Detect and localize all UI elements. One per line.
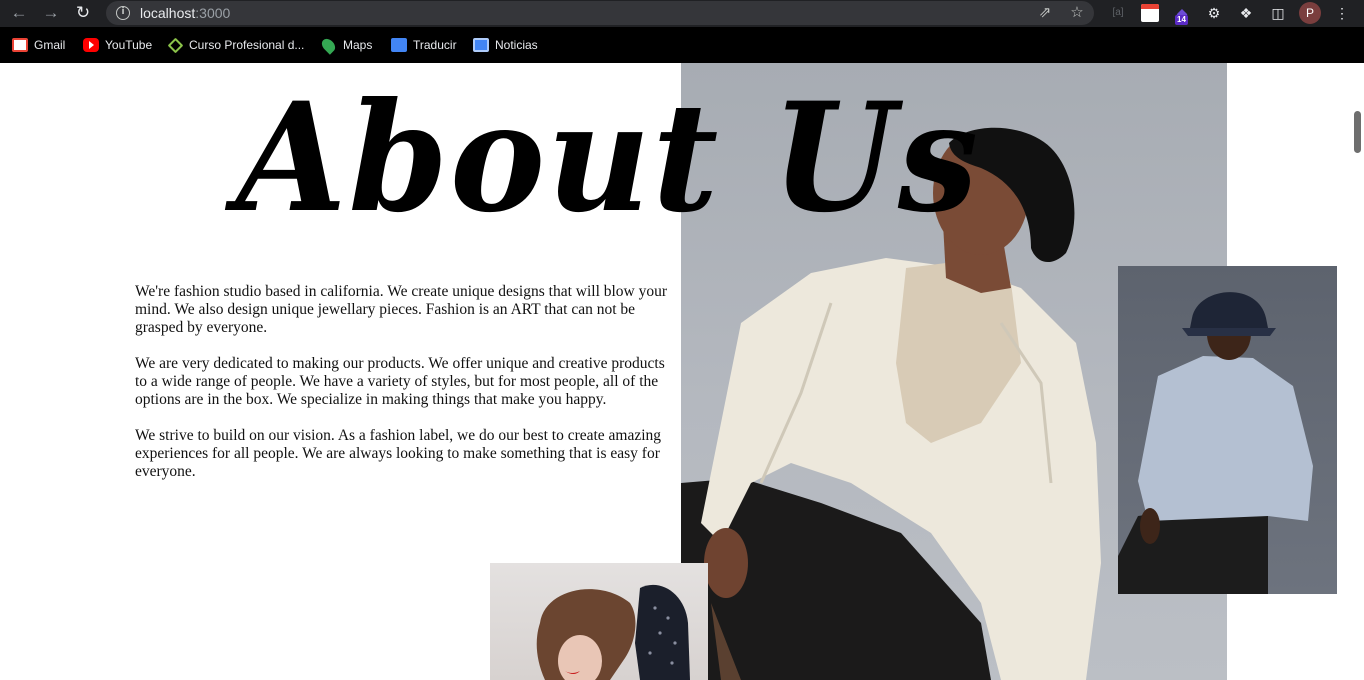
calendar-extension-icon[interactable] <box>1141 4 1159 22</box>
gmail-icon <box>12 38 28 52</box>
about-page: About Us We're fashion studio based in c… <box>0 63 1364 680</box>
bookmark-traducir[interactable]: Traducir <box>391 37 457 53</box>
bookmark-label: Maps <box>343 38 373 52</box>
url-port: :3000 <box>195 5 231 21</box>
bookmark-noticias[interactable]: Noticias <box>473 37 538 53</box>
kebab-menu-icon[interactable]: ⋮ <box>1333 4 1351 22</box>
bookmark-curso[interactable]: Curso Profesional d... <box>167 37 305 53</box>
address-bar[interactable]: i localhost:3000 ⇗ ☆ <box>106 1 1094 25</box>
bookmark-label: Noticias <box>495 38 538 52</box>
about-paragraph-1: We're fashion studio based in california… <box>135 283 668 336</box>
bookmark-label: Gmail <box>34 38 66 52</box>
bookmark-youtube[interactable]: YouTube <box>83 37 152 53</box>
bookmark-maps[interactable]: Maps <box>319 35 373 55</box>
browser-toolbar: ← → ↻ i localhost:3000 ⇗ ☆ [a] ◆ 14 ⚙ ❖ … <box>0 0 1364 27</box>
url-text[interactable]: localhost:3000 <box>140 5 230 21</box>
bookmarks-bar: Gmail YouTube Curso Profesional d... Map… <box>0 27 1364 63</box>
bottom-photo <box>490 563 708 680</box>
site-info-icon[interactable]: i <box>116 6 130 20</box>
youtube-icon <box>83 38 99 52</box>
side-photo-illustration <box>1118 292 1313 594</box>
share-icon[interactable]: ⇗ <box>1036 4 1054 22</box>
extension-badge: 14 <box>1175 15 1188 25</box>
bookmark-label: Curso Profesional d... <box>189 38 305 52</box>
forward-icon[interactable]: → <box>41 3 61 23</box>
url-host: localhost <box>140 5 196 21</box>
puzzle-icon[interactable]: ❖ <box>1237 4 1255 22</box>
side-photo <box>1118 266 1337 594</box>
news-icon <box>473 38 489 52</box>
profile-avatar[interactable]: P <box>1299 2 1321 24</box>
extension-icon[interactable]: [a] <box>1109 4 1127 22</box>
back-icon[interactable]: ← <box>9 3 29 23</box>
bookmark-star-icon[interactable]: ☆ <box>1068 4 1086 22</box>
side-panel-icon[interactable]: ◫ <box>1269 4 1287 22</box>
bookmark-label: YouTube <box>105 38 153 52</box>
about-paragraph-3: We strive to build on our vision. As a f… <box>135 427 662 480</box>
curso-icon <box>167 37 184 53</box>
about-paragraph-2: We are very dedicated to making our prod… <box>135 355 665 408</box>
bottom-photo-illustration <box>536 584 690 680</box>
translate-icon <box>391 38 407 52</box>
page-title: About Us <box>236 70 980 246</box>
reload-icon[interactable]: ↻ <box>73 3 93 23</box>
about-text: We're fashion studio based in california… <box>135 283 680 499</box>
page-scrollbar[interactable] <box>1354 111 1361 153</box>
gear-icon[interactable]: ⚙ <box>1205 4 1223 22</box>
maps-icon <box>319 35 338 55</box>
bookmark-label: Traducir <box>413 38 457 52</box>
bookmark-gmail[interactable]: Gmail <box>12 37 65 53</box>
